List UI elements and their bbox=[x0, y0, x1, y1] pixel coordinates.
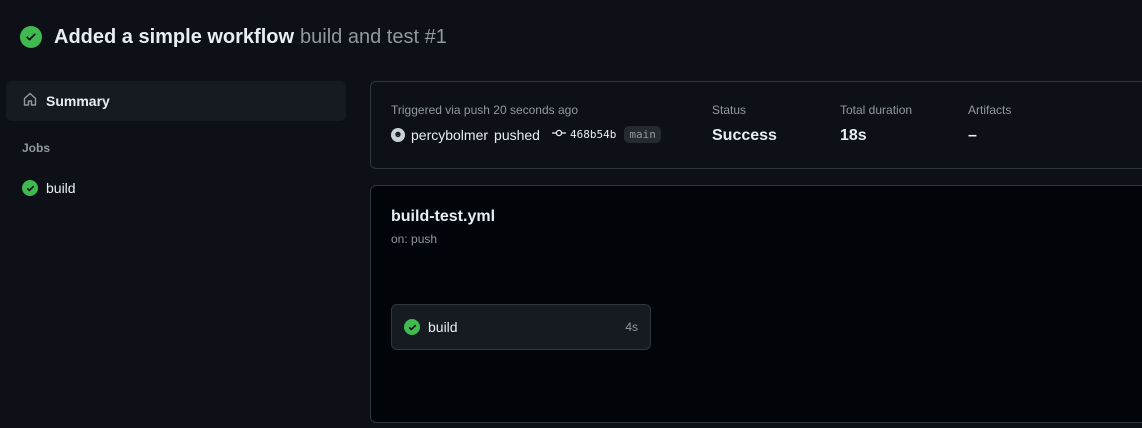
run-subtitle: build and test #1 bbox=[300, 25, 447, 48]
action-text: pushed bbox=[494, 126, 540, 143]
status-value: Success bbox=[712, 127, 777, 144]
job-card-name: build bbox=[428, 319, 458, 335]
commit-sha: 468b54b bbox=[569, 128, 617, 141]
jobs-heading: Jobs bbox=[22, 141, 51, 155]
run-title: Added a simple workflow bbox=[54, 25, 295, 48]
artifacts-label: Artifacts bbox=[968, 103, 1012, 117]
sidebar-item-label: Summary bbox=[46, 93, 110, 109]
status-label: Status bbox=[712, 103, 747, 117]
trigger-label: Triggered via push 20 seconds ago bbox=[391, 103, 579, 117]
run-summary-panel: Triggered via push 20 seconds ago ☻ perc… bbox=[370, 81, 1142, 169]
commit-link[interactable]: 468b54b bbox=[551, 128, 617, 141]
workflow-graph-panel: build-test.yml on: push build 4s bbox=[370, 185, 1142, 423]
sidebar-item-summary[interactable]: Summary bbox=[6, 81, 346, 121]
run-header: Added a simple workflow build and test #… bbox=[20, 22, 447, 52]
trigger-info: Triggered via push 20 seconds ago ☻ perc… bbox=[391, 103, 661, 143]
home-icon bbox=[22, 91, 38, 112]
check-circle-icon bbox=[20, 26, 42, 48]
duration-info: Total duration 18s bbox=[840, 103, 912, 145]
status-info: Status Success bbox=[712, 103, 777, 145]
actor-link[interactable]: percybolmer bbox=[411, 127, 488, 143]
job-card-duration: 4s bbox=[625, 320, 638, 334]
avatar[interactable]: ☻ bbox=[391, 127, 405, 142]
sidebar: Summary Jobs build bbox=[6, 81, 346, 201]
duration-label: Total duration bbox=[840, 103, 913, 117]
git-commit-icon bbox=[551, 128, 566, 141]
workflow-file-title: build-test.yml bbox=[391, 208, 496, 225]
sidebar-job-build[interactable]: build bbox=[6, 175, 346, 201]
sidebar-job-label: build bbox=[46, 180, 76, 196]
duration-value: 18s bbox=[840, 127, 867, 144]
check-circle-icon bbox=[22, 180, 38, 196]
workflow-trigger: on: push bbox=[391, 232, 438, 246]
artifacts-info: Artifacts – bbox=[968, 103, 1011, 145]
job-card-build[interactable]: build 4s bbox=[391, 304, 651, 350]
check-circle-icon bbox=[404, 319, 420, 335]
branch-badge[interactable]: main bbox=[624, 126, 661, 143]
artifacts-value: – bbox=[968, 127, 977, 144]
